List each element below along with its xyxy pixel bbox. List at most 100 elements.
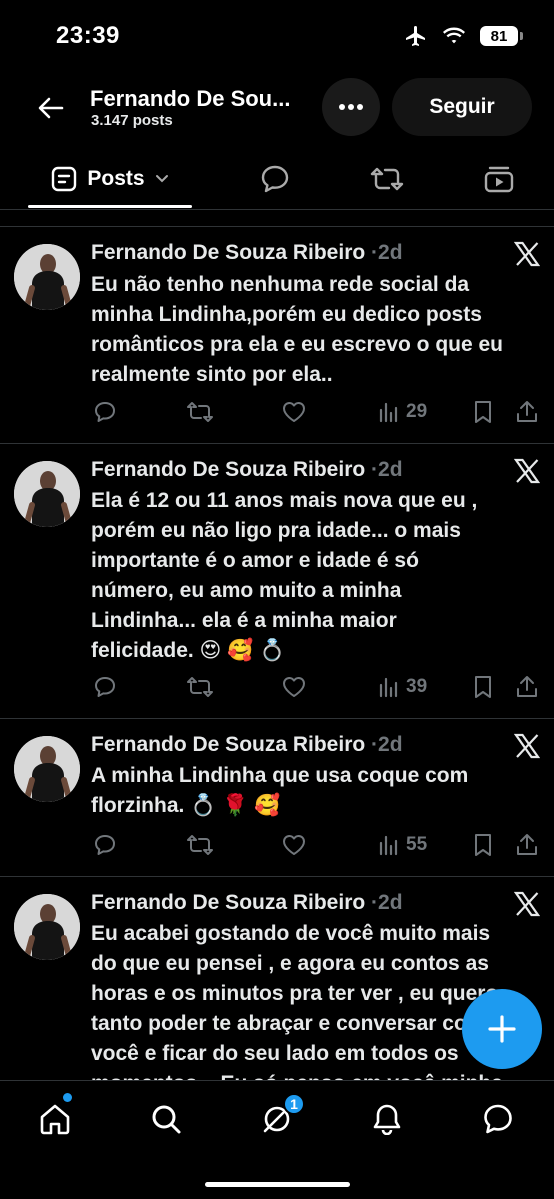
post-date: ·2d <box>371 733 403 756</box>
post-date: ·2d <box>371 458 403 481</box>
tab-replies[interactable] <box>246 150 304 208</box>
post-text: Eu não tenho nenhuma rede social da minha… <box>91 273 503 386</box>
tab-reposts[interactable] <box>358 150 416 208</box>
profile-photo <box>14 736 80 802</box>
airplane-icon <box>406 26 425 46</box>
x-logo-icon <box>514 458 540 484</box>
post-actions: 29 <box>0 397 554 427</box>
back-button[interactable] <box>30 92 72 124</box>
avatar[interactable] <box>14 736 80 802</box>
like-button[interactable] <box>281 830 307 860</box>
chevron-down-icon <box>155 175 168 183</box>
repost-button[interactable] <box>186 830 214 860</box>
repost-button[interactable] <box>186 397 214 427</box>
bookmark-icon <box>475 676 491 698</box>
post-author: Fernando De Souza Ribeiro ·2d <box>91 891 403 914</box>
post-text: A minha Lindinha que usa coque com florzi… <box>91 764 469 817</box>
more-options-button[interactable] <box>322 78 380 136</box>
like-button[interactable] <box>281 397 307 427</box>
nav-search[interactable] <box>141 1099 191 1139</box>
heart-icon <box>283 402 305 422</box>
reply-button[interactable] <box>93 830 117 860</box>
post-actions: 55 <box>0 830 554 860</box>
post-item[interactable]: Fernando De Souza Ribeiro ·2d Ela é 12 o… <box>0 444 554 718</box>
media-icon <box>484 166 514 193</box>
active-tab-indicator <box>28 205 192 208</box>
nav-home[interactable] <box>30 1099 80 1139</box>
avatar[interactable] <box>14 461 80 527</box>
home-notification-dot <box>63 1093 72 1102</box>
follow-button[interactable]: Seguir <box>392 78 532 136</box>
post-actions: 39 <box>0 672 554 702</box>
reply-icon <box>95 402 115 422</box>
post-date: ·2d <box>371 891 403 914</box>
profile-tabs: Posts <box>0 150 554 208</box>
share-icon <box>517 676 537 697</box>
repost-icon <box>187 677 213 697</box>
status-bar: 23:39 81 <box>0 0 554 72</box>
bookmark-button[interactable] <box>473 830 493 860</box>
avatar[interactable] <box>14 894 80 960</box>
arrow-left-icon <box>38 97 64 119</box>
posts-icon <box>52 166 77 192</box>
view-count: 39 <box>406 676 428 697</box>
profile-photo <box>14 461 80 527</box>
analytics-icon <box>379 402 398 423</box>
repost-button[interactable] <box>186 672 214 702</box>
tab-posts[interactable]: Posts <box>28 150 192 208</box>
post-item[interactable]: Fernando De Souza Ribeiro ·2d A minha Li… <box>0 719 554 876</box>
tabs-divider <box>0 209 554 210</box>
view-count: 29 <box>406 401 428 422</box>
post-date: ·2d <box>371 241 403 264</box>
share-icon <box>517 834 537 855</box>
bell-icon <box>373 1104 401 1135</box>
profile-photo <box>14 894 80 960</box>
battery-indicator: 81 <box>480 26 523 46</box>
compose-button[interactable] <box>462 989 542 1069</box>
reply-button[interactable] <box>93 397 117 427</box>
x-logo-icon <box>514 241 540 267</box>
status-icons: 81 <box>404 24 523 48</box>
share-button[interactable] <box>515 397 539 427</box>
profile-header: Fernando De Sou... 3.147 posts Seguir <box>0 72 554 142</box>
bookmark-icon <box>475 401 491 423</box>
nav-notifications[interactable] <box>362 1099 412 1139</box>
status-time: 23:39 <box>56 22 120 49</box>
views-button[interactable]: 29 <box>378 397 427 427</box>
x-logo-icon <box>514 733 540 759</box>
plus-icon <box>488 1015 516 1043</box>
home-icon <box>40 1104 70 1135</box>
post-author: Fernando De Souza Ribeiro ·2d <box>91 241 403 264</box>
analytics-icon <box>379 835 398 856</box>
views-button[interactable]: 55 <box>378 830 427 860</box>
views-button[interactable]: 39 <box>378 672 427 702</box>
post-text: Ela é 12 ou 11 anos mais nova que eu , po… <box>91 489 478 662</box>
tab-media[interactable] <box>470 150 528 208</box>
repost-icon <box>370 167 404 191</box>
bookmark-button[interactable] <box>473 672 493 702</box>
reply-icon <box>95 835 115 855</box>
repost-icon <box>187 402 213 422</box>
share-button[interactable] <box>515 672 539 702</box>
message-bubble-icon <box>484 1104 512 1134</box>
post-author: Fernando De Souza Ribeiro ·2d <box>91 458 403 481</box>
post-author: Fernando De Souza Ribeiro ·2d <box>91 733 403 756</box>
share-button[interactable] <box>515 830 539 860</box>
repost-icon <box>187 835 213 855</box>
bookmark-icon <box>475 834 491 856</box>
bookmark-button[interactable] <box>473 397 493 427</box>
nav-messages[interactable] <box>473 1099 523 1139</box>
avatar[interactable] <box>14 244 80 310</box>
view-count: 55 <box>406 834 428 855</box>
search-icon <box>152 1105 181 1134</box>
more-dots-icon <box>339 104 363 110</box>
reply-button[interactable] <box>93 672 117 702</box>
x-logo-icon <box>514 891 540 917</box>
post-item[interactable]: Fernando De Souza Ribeiro ·2d Eu não ten… <box>0 227 554 443</box>
analytics-icon <box>379 677 398 698</box>
share-icon <box>517 401 537 422</box>
tab-posts-label: Posts <box>87 167 145 190</box>
notification-badge: 1 <box>283 1093 305 1115</box>
reply-icon <box>95 677 115 697</box>
like-button[interactable] <box>281 672 307 702</box>
